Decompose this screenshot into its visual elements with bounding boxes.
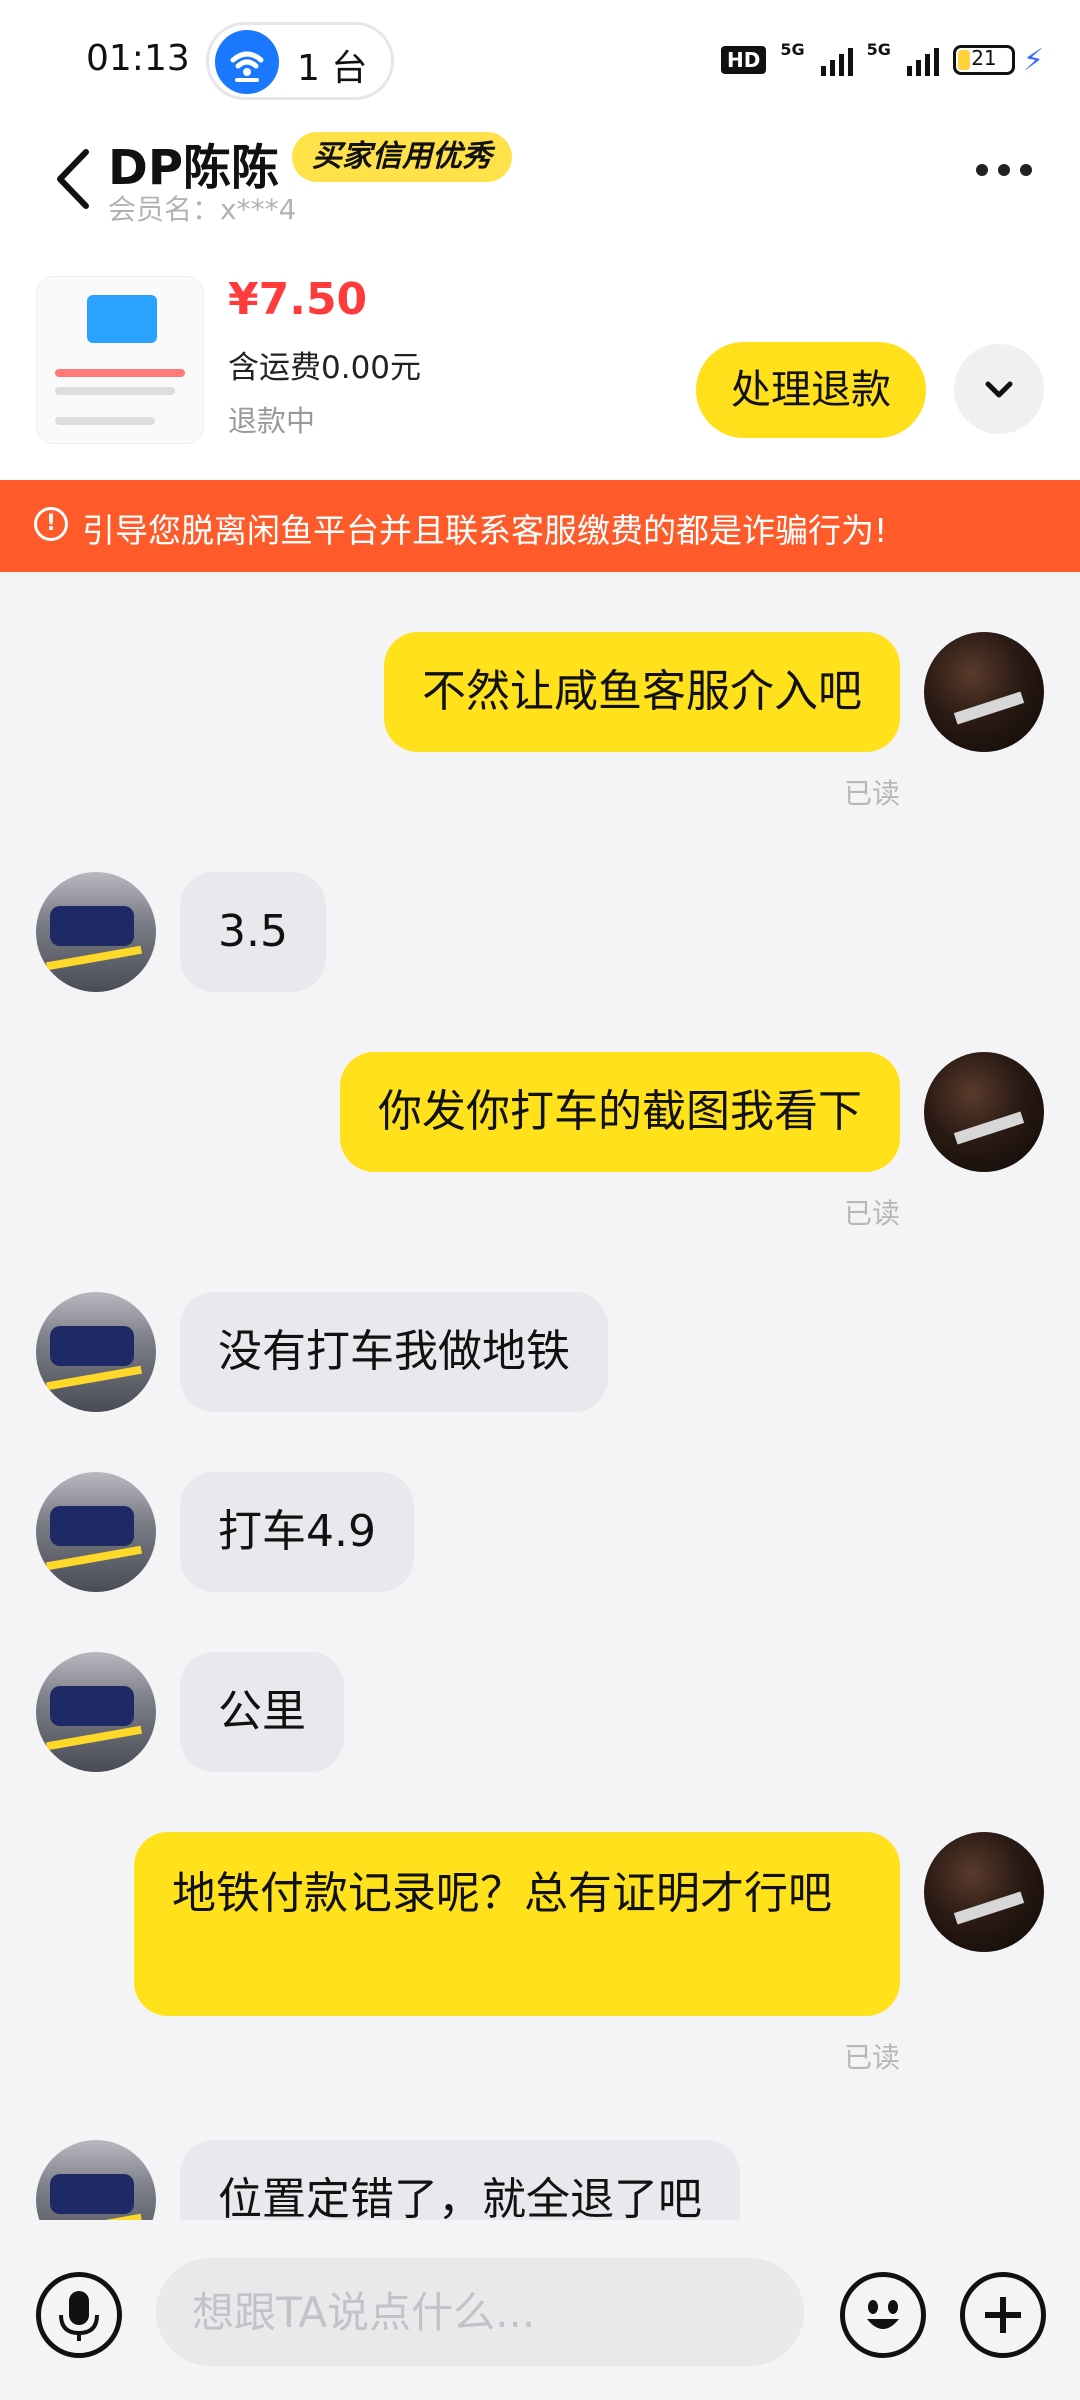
status-indicators: HD 5G 5G 21 ⚡ — [721, 40, 1044, 80]
message-bubble-received[interactable]: 3.5 — [180, 872, 326, 992]
contact-avatar[interactable] — [36, 1652, 156, 1772]
add-attachment-button[interactable] — [960, 2272, 1046, 2358]
hotspot-count: 1 台 — [297, 48, 368, 89]
chevron-left-icon — [57, 149, 89, 209]
message-bubble-sent[interactable]: 你发你打车的截图我看下 — [340, 1052, 900, 1172]
order-status: 退款中 — [228, 404, 316, 438]
expand-button[interactable] — [954, 344, 1044, 434]
network-type-2: 5G — [866, 40, 891, 59]
my-avatar[interactable] — [924, 632, 1044, 752]
signal-icon — [906, 44, 939, 76]
shipping-fee: 含运费0.00元 — [228, 350, 422, 386]
message-input-bar — [0, 2220, 1080, 2400]
warning-text: 引导您脱离闲鱼平台并且联系客服缴费的都是诈骗行为! — [82, 511, 888, 550]
message-bubble-received[interactable]: 没有打车我做地铁 — [180, 1292, 608, 1412]
handle-refund-button[interactable]: 处理退款 — [696, 342, 926, 438]
message-bubble-received[interactable]: 打车4.9 — [180, 1472, 414, 1592]
smiley-icon — [867, 2300, 899, 2329]
my-avatar[interactable] — [924, 1832, 1044, 1952]
message-input[interactable] — [156, 2258, 804, 2366]
read-receipt: 已读 — [843, 1197, 900, 1230]
battery-icon: 21 — [952, 45, 1015, 75]
member-id: x***4 — [220, 193, 297, 226]
credit-badge: 买家信用优秀 — [292, 132, 512, 182]
contact-avatar[interactable] — [36, 1472, 156, 1592]
more-dot-icon — [976, 164, 988, 176]
message-bubble-sent[interactable]: 不然让咸鱼客服介入吧 — [384, 632, 900, 752]
member-info: 会员名：x***4 — [108, 188, 296, 228]
exclamation-icon: ! — [34, 507, 68, 541]
my-avatar[interactable] — [924, 1052, 1044, 1172]
chat-header: DP陈陈 买家信用优秀 会员名：x***4 — [0, 124, 1080, 234]
product-image-card — [87, 295, 157, 343]
fraud-warning-banner: ! 引导您脱离闲鱼平台并且联系客服缴费的都是诈骗行为! — [0, 480, 1080, 572]
signal-icon — [820, 44, 853, 76]
hotspot-indicator[interactable]: 1 台 — [206, 22, 394, 100]
message-bubble-received[interactable]: 公里 — [180, 1652, 344, 1772]
more-options-button[interactable] — [976, 164, 1032, 176]
status-time: 01:13 — [86, 38, 190, 79]
battery-level: 21 — [971, 46, 997, 70]
wifi-hotspot-icon — [215, 30, 279, 94]
back-button[interactable] — [52, 144, 96, 214]
charging-icon: ⚡ — [1022, 42, 1044, 78]
read-receipt: 已读 — [843, 777, 900, 810]
emoji-button[interactable] — [840, 2272, 926, 2358]
voice-button[interactable] — [36, 2272, 122, 2358]
chevron-down-icon — [985, 381, 1013, 398]
more-dot-icon — [1020, 164, 1032, 176]
contact-avatar[interactable] — [36, 872, 156, 992]
contact-avatar[interactable] — [36, 1292, 156, 1412]
hd-voice-icon: HD — [721, 46, 767, 74]
network-type-1: 5G — [780, 40, 805, 59]
product-card: ¥7.50 含运费0.00元 退款中 处理退款 — [0, 260, 1080, 480]
status-bar: 01:13 1 台 HD 5G 5G 21 ⚡ — [0, 0, 1080, 124]
product-price: ¥7.50 — [228, 274, 368, 325]
read-receipt: 已读 — [843, 2041, 900, 2074]
microphone-icon — [59, 2291, 99, 2341]
member-label: 会员名： — [108, 193, 221, 226]
product-thumbnail[interactable] — [36, 276, 204, 444]
message-bubble-sent[interactable]: 地铁付款记录呢？总有证明才行吧 — [134, 1832, 900, 2016]
plus-icon — [985, 2297, 1021, 2333]
more-dot-icon — [998, 164, 1010, 176]
